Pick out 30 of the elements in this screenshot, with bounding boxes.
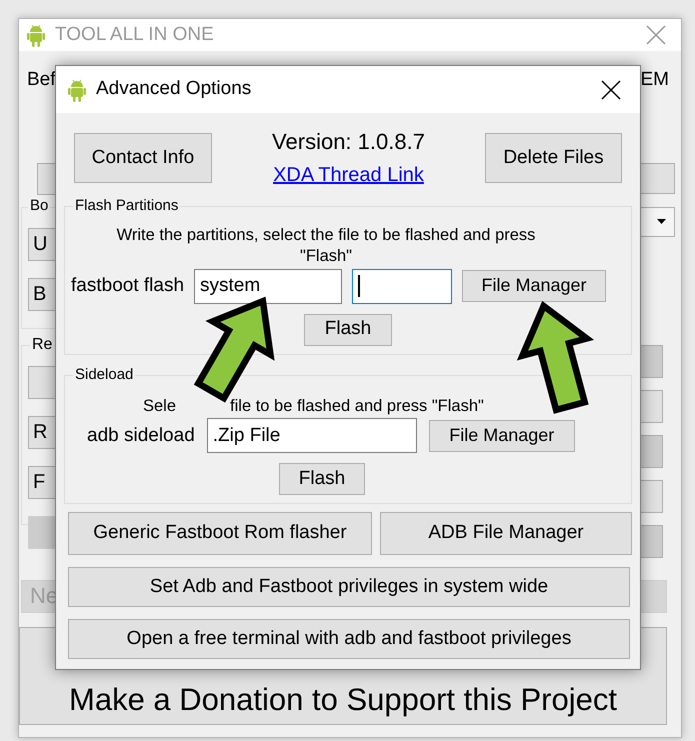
button[interactable]: ADB File Manager: [380, 512, 632, 556]
version-text: Version: 1.0.8.7: [272, 128, 425, 156]
dropdown[interactable]: [639, 206, 675, 236]
header-text: Bef: [27, 68, 56, 92]
close-icon: [601, 80, 621, 100]
caret-icon: [657, 219, 666, 224]
flash-button[interactable]: Flash: [279, 463, 365, 496]
thread-link[interactable]: XDA Thread Link: [273, 160, 424, 190]
header-text: EM: [640, 68, 669, 92]
flash-button[interactable]: Flash: [304, 314, 392, 346]
instruction-text: Sele: [143, 396, 176, 417]
dialog-title: Advanced Options: [96, 77, 252, 102]
instruction-text: Write the partitions, select the file to be flashed and press "Flash": [116, 225, 536, 268]
field-label: fastboot flash: [71, 274, 184, 298]
button[interactable]: Set Adb and Fastboot privileges in system wide: [68, 567, 630, 608]
text-field[interactable]: .Zip File: [206, 418, 417, 454]
button[interactable]: Open a free terminal with adb and fastboot privileges: [68, 619, 630, 660]
close-icon: [646, 25, 666, 45]
text-field[interactable]: system: [194, 268, 342, 304]
contact-info-button[interactable]: Contact Info: [74, 133, 212, 183]
button[interactable]: Generic Fastboot Rom flasher: [68, 512, 372, 556]
file-manager-button[interactable]: File Manager: [462, 270, 606, 302]
file-manager-button[interactable]: File Manager: [428, 420, 575, 452]
field-label: adb sideload: [87, 424, 195, 448]
instruction-text: file to be flashed and press "Flash": [230, 396, 484, 417]
window-title: TOOL ALL IN ONE: [55, 22, 214, 47]
robot-icon: [27, 23, 45, 47]
robot-icon: [68, 78, 86, 102]
text-field[interactable]: [352, 268, 452, 304]
delete-files-button[interactable]: Delete Files: [484, 133, 622, 183]
